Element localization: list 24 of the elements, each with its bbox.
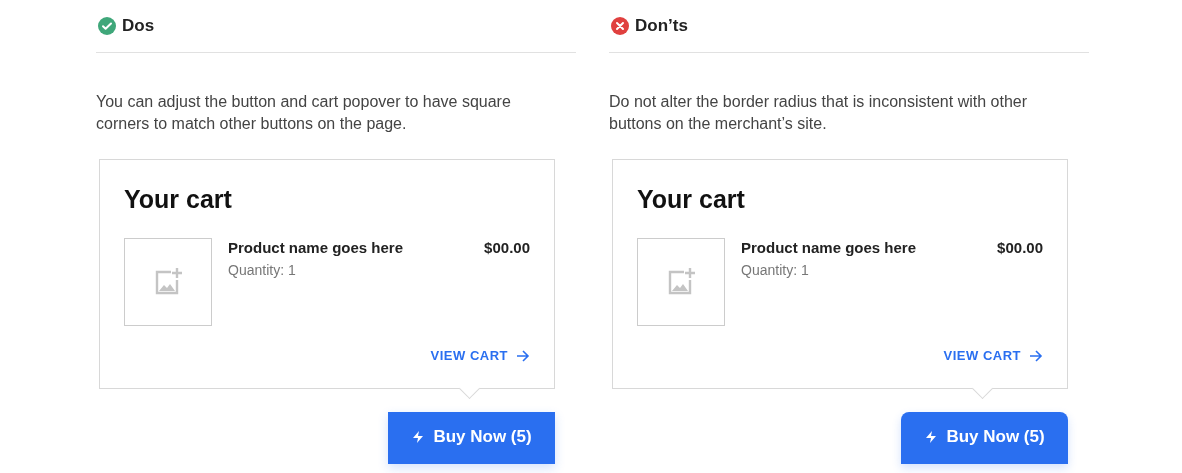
product-quantity: Quantity: 1 [741, 262, 810, 278]
lightning-icon [924, 429, 939, 444]
view-cart-link[interactable]: VIEW CART [430, 348, 530, 363]
arrow-right-icon [1029, 349, 1043, 362]
buy-now-button[interactable]: Buy Now (5) [388, 412, 555, 464]
product-price: $00.00 [484, 238, 530, 258]
description-text: You can adjust the button and cart popover to have square corners to match other buttons on the page. [96, 92, 512, 134]
product-name: Product name goes here [741, 239, 918, 256]
lightning-icon [411, 429, 426, 444]
add-image-icon [153, 267, 183, 297]
check-circle-icon [98, 17, 116, 35]
add-image-icon [666, 267, 696, 297]
product-price: $00.00 [997, 238, 1043, 258]
arrow-right-icon [516, 349, 530, 362]
product-name: Product name goes here [228, 239, 405, 256]
section-heading: Don’ts [635, 16, 688, 36]
buy-now-button[interactable]: Buy Now (5) [901, 412, 1068, 464]
cart-title: Your cart [637, 184, 746, 214]
product-quantity: Quantity: 1 [228, 262, 297, 278]
x-circle-icon [611, 17, 629, 35]
view-cart-link[interactable]: VIEW CART [943, 348, 1043, 363]
description-text: Do not alter the border radius that is inconsistent with other buttons on the merchant’s site. [609, 92, 1028, 134]
section-heading: Dos [122, 16, 155, 36]
cart-title: Your cart [124, 184, 233, 214]
